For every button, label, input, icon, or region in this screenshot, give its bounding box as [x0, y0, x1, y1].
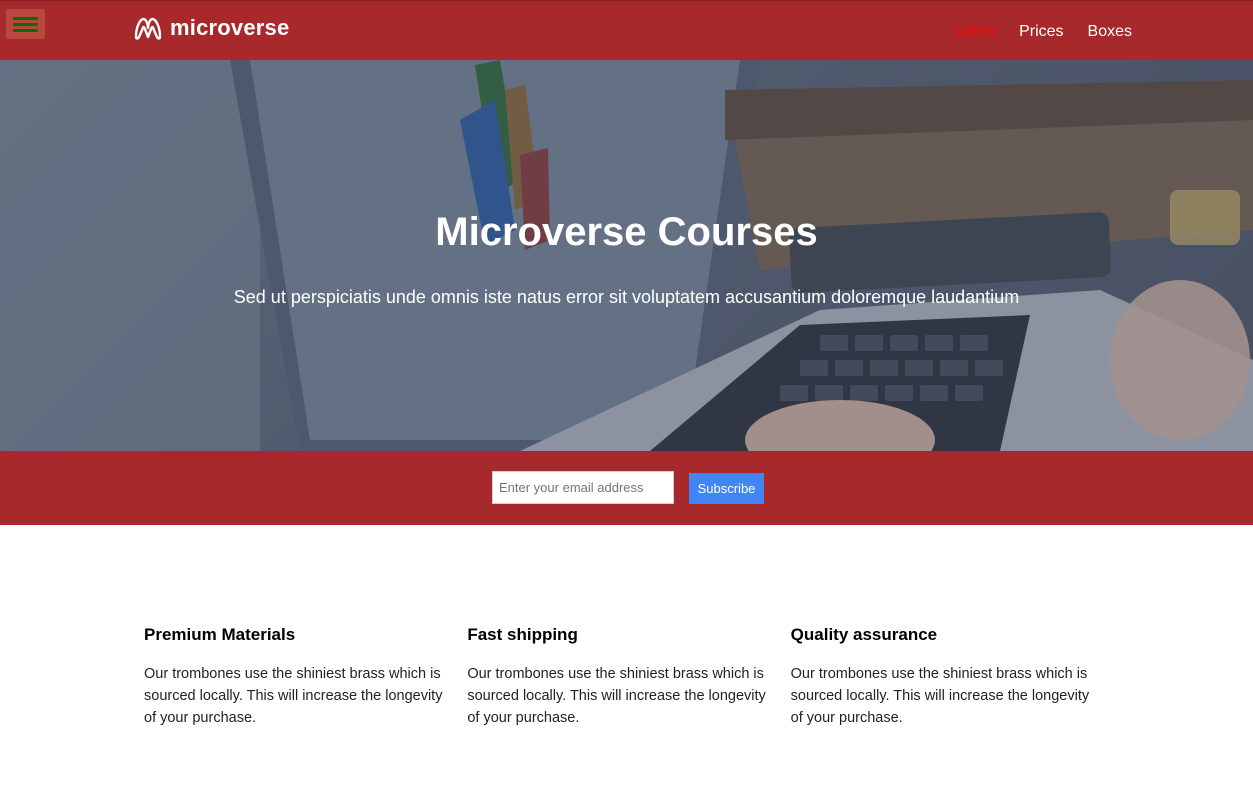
hero-title: Microverse Courses	[435, 210, 818, 254]
feature-fast-shipping: Fast shipping Our trombones use the shin…	[467, 625, 790, 729]
subscribe-button[interactable]: Subscribe	[689, 473, 764, 504]
feature-text: Our trombones use the shiniest brass whi…	[467, 666, 766, 726]
menu-line	[13, 29, 38, 32]
brand-name: microverse	[170, 15, 290, 40]
subscribe-bar: Subscribe	[0, 451, 1253, 525]
menu-line	[13, 23, 38, 26]
hero-overlay	[0, 60, 1253, 451]
features-section: Premium Materials Our trombones use the …	[144, 625, 1114, 729]
feature-text: Our trombones use the shiniest brass whi…	[790, 666, 1090, 726]
nav-link-boxes[interactable]: Boxes	[1088, 23, 1132, 41]
hero-banner: Microverse Courses Sed ut perspiciatis u…	[0, 60, 1253, 451]
feature-quality-assurance: Quality assurance Our trombones use the …	[791, 625, 1114, 729]
top-navbar: microverse Video Prices Boxes	[0, 0, 1253, 60]
hamburger-menu-icon[interactable]	[6, 9, 45, 39]
feature-title: Fast shipping	[467, 625, 578, 644]
nav-link-video[interactable]: Video	[954, 23, 995, 41]
email-input[interactable]	[492, 471, 674, 504]
microverse-logo-icon	[134, 17, 162, 40]
feature-title: Premium Materials	[144, 625, 296, 644]
hero-subtitle: Sed ut perspiciatis unde omnis iste natu…	[233, 287, 1020, 307]
main-nav: Video Prices Boxes	[954, 23, 1132, 41]
menu-line	[13, 17, 38, 20]
brand-logo[interactable]: microverse	[133, 14, 289, 42]
feature-title: Quality assurance	[790, 625, 938, 644]
nav-link-prices[interactable]: Prices	[1019, 23, 1063, 41]
feature-text: Our trombones use the shiniest brass whi…	[144, 666, 443, 726]
feature-premium-materials: Premium Materials Our trombones use the …	[144, 625, 467, 729]
